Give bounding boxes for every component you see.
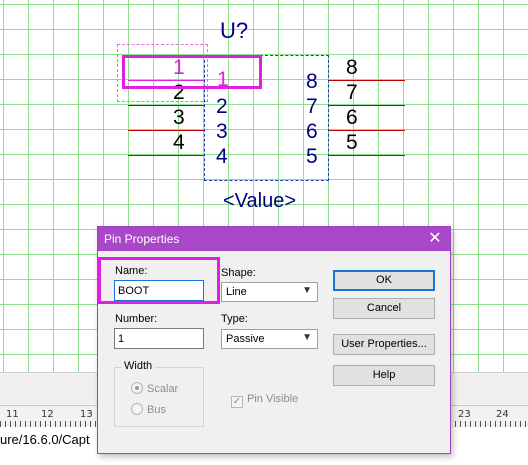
pin-name-7: 7 xyxy=(306,95,318,118)
radio-icon xyxy=(131,403,143,415)
pin-number-7: 7 xyxy=(346,81,358,104)
shape-select[interactable]: Line ▼ xyxy=(221,282,318,302)
user-properties-button[interactable]: User Properties... xyxy=(333,334,435,355)
dialog-titlebar[interactable]: Pin Properties ✕ xyxy=(98,227,450,251)
radio-icon xyxy=(131,382,143,394)
radio-bus[interactable]: Bus xyxy=(131,403,166,416)
radio-scalar[interactable]: Scalar xyxy=(131,382,178,395)
pin-line-4[interactable] xyxy=(128,155,204,156)
shape-label: Shape: xyxy=(221,267,256,279)
ok-button[interactable]: OK xyxy=(333,270,435,291)
type-label: Type: xyxy=(221,313,248,325)
pin-line-7[interactable] xyxy=(329,105,405,106)
pin-name-3: 3 xyxy=(216,120,228,143)
pin-name-4: 4 xyxy=(216,145,228,168)
pin-line-2[interactable] xyxy=(128,105,204,106)
pin-visible-label: Pin Visible xyxy=(247,393,299,405)
pin-number-8: 8 xyxy=(346,56,358,79)
chevron-down-icon: ▼ xyxy=(302,332,312,343)
pin-line-8[interactable] xyxy=(329,80,405,81)
part-value[interactable]: <Value> xyxy=(223,190,296,213)
dialog-title: Pin Properties xyxy=(104,232,180,246)
pin-number-6: 6 xyxy=(346,106,358,129)
pin-properties-dialog: Pin Properties ✕ Name: Number: Shape: Li… xyxy=(97,226,451,454)
pin-name-6: 6 xyxy=(306,120,318,143)
part-reference[interactable]: U? xyxy=(220,18,248,44)
pin-name-2: 2 xyxy=(216,95,228,118)
ruler-label: 13 xyxy=(80,409,93,420)
width-group-title: Width xyxy=(121,360,156,372)
pin-name-5: 5 xyxy=(306,145,318,168)
name-label: Name: xyxy=(115,265,148,277)
pin-name-8: 8 xyxy=(306,70,318,93)
type-value: Passive xyxy=(226,333,265,345)
pin-number-5: 5 xyxy=(346,131,358,154)
ruler-label: 23 xyxy=(458,409,471,420)
shape-value: Line xyxy=(226,286,247,298)
pin-number-4: 4 xyxy=(173,131,185,154)
chevron-down-icon: ▼ xyxy=(302,285,312,296)
width-group: Width Scalar Bus xyxy=(114,360,204,427)
help-button[interactable]: Help xyxy=(333,365,435,386)
pin-line-5[interactable] xyxy=(329,155,405,156)
ruler-label: 24 xyxy=(496,409,509,420)
pin-number-3: 3 xyxy=(173,106,185,129)
type-select[interactable]: Passive ▼ xyxy=(221,329,318,349)
number-input[interactable] xyxy=(114,328,204,349)
scalar-label: Scalar xyxy=(147,383,179,395)
ruler-label: 11 xyxy=(6,409,19,420)
pin-line-3[interactable] xyxy=(128,130,204,131)
pin-line-6[interactable] xyxy=(329,130,405,131)
bus-label: Bus xyxy=(147,404,166,416)
pin-1-highlight xyxy=(122,55,262,89)
checkmark-icon: ✓ xyxy=(231,396,243,408)
pin-visible-checkbox[interactable]: ✓ Pin Visible xyxy=(231,393,298,408)
cancel-button[interactable]: Cancel xyxy=(333,298,435,319)
name-input[interactable] xyxy=(114,280,204,301)
ruler-label: 12 xyxy=(41,409,54,420)
number-label: Number: xyxy=(115,313,158,325)
status-path: ure/16.6.0/Capt xyxy=(0,432,90,447)
close-icon[interactable]: ✕ xyxy=(428,227,442,251)
